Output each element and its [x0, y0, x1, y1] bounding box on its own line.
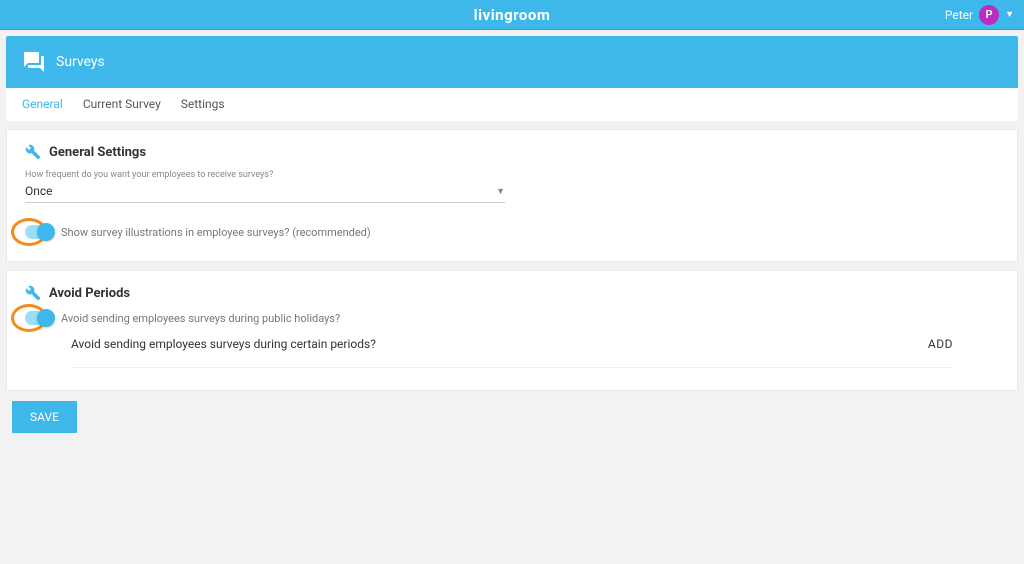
user-name: Peter	[945, 8, 973, 22]
page-header-card: Surveys General Current Survey Settings	[6, 36, 1018, 121]
save-button[interactable]: SAVE	[12, 401, 77, 433]
general-settings-card: General Settings How frequent do you wan…	[6, 129, 1018, 262]
tab-settings[interactable]: Settings	[181, 97, 225, 111]
avatar: P	[979, 5, 999, 25]
add-button[interactable]: ADD	[928, 337, 953, 351]
certain-periods-row: Avoid sending employees surveys during c…	[71, 337, 953, 368]
wrench-icon	[25, 285, 41, 301]
avoid-periods-title: Avoid Periods	[49, 286, 130, 301]
public-holidays-toggle[interactable]	[25, 311, 53, 325]
wrench-icon	[25, 144, 41, 160]
chevron-down-icon: ▼	[1005, 9, 1014, 20]
avoid-periods-card: Avoid Periods Avoid sending employees su…	[6, 270, 1018, 391]
chevron-down-icon: ▼	[496, 186, 505, 197]
show-illustrations-label: Show survey illustrations in employee su…	[61, 226, 371, 239]
certain-periods-label: Avoid sending employees surveys during c…	[71, 337, 376, 351]
show-illustrations-row: Show survey illustrations in employee su…	[25, 225, 999, 239]
general-settings-title: General Settings	[49, 145, 146, 160]
tab-general[interactable]: General	[22, 97, 63, 111]
topbar: livingroom Peter P ▼	[0, 0, 1024, 30]
surveys-icon	[22, 50, 46, 74]
frequency-select[interactable]: Once ▼	[25, 184, 505, 203]
page-title: Surveys	[56, 54, 105, 70]
tabs: General Current Survey Settings	[6, 88, 1018, 121]
public-holidays-row: Avoid sending employees surveys during p…	[25, 311, 999, 325]
frequency-value: Once	[25, 184, 53, 198]
brand-logo: livingroom	[474, 6, 551, 24]
user-menu[interactable]: Peter P ▼	[945, 5, 1014, 25]
show-illustrations-toggle[interactable]	[25, 225, 53, 239]
frequency-label: How frequent do you want your employees …	[25, 170, 999, 180]
tab-current-survey[interactable]: Current Survey	[83, 97, 161, 111]
public-holidays-label: Avoid sending employees surveys during p…	[61, 312, 340, 325]
